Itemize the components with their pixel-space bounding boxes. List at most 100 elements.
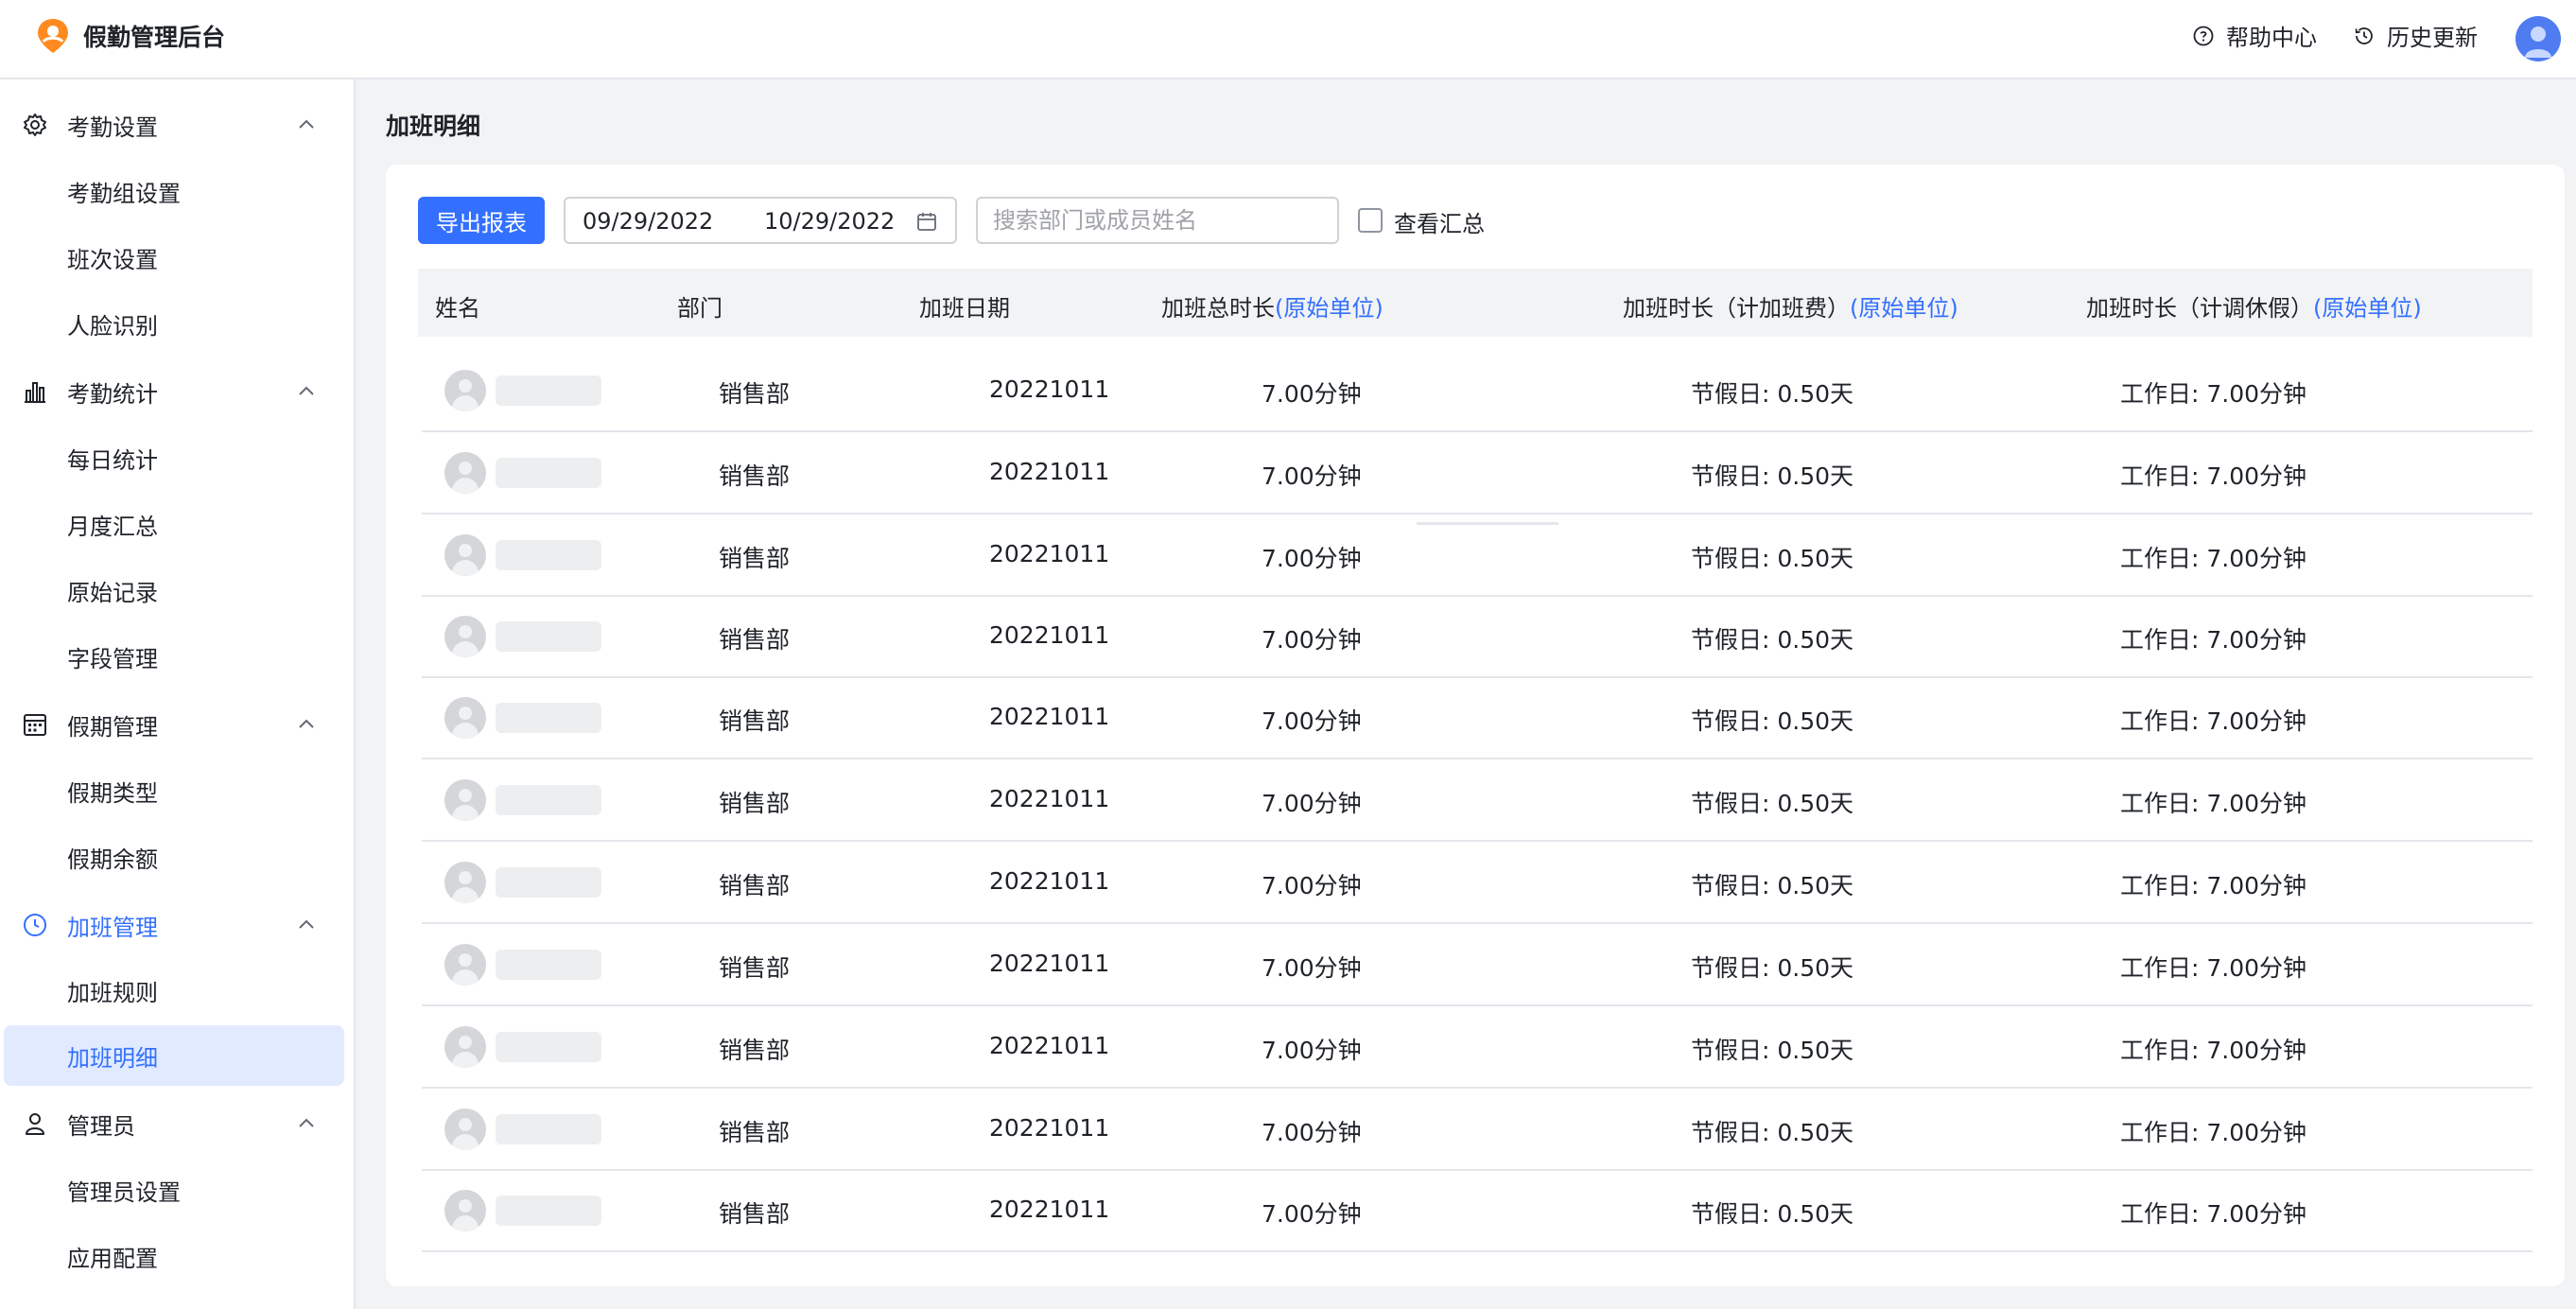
cell-pay: 节假日: 0.50天 (1691, 872, 1854, 899)
cell-dept: 销售部 (719, 380, 791, 408)
sidebar-item-shift-settings[interactable]: 班次设置 (0, 227, 354, 288)
table-row[interactable]: 销售部 20221011 7.00分钟 节假日: 0.50天 工作日: 7.00分钟 (422, 677, 2532, 759)
cell-date: 20221011 (989, 950, 1110, 977)
cell-dept: 销售部 (719, 707, 791, 735)
history-updates-label: 历史更新 (2387, 25, 2478, 51)
sidebar-item-admin-settings[interactable]: 管理员设置 (0, 1160, 354, 1220)
column-header-dept: 部门 (677, 295, 722, 322)
cell-pay: 节假日: 0.50天 (1691, 1119, 1854, 1146)
cell-date: 20221011 (989, 1114, 1110, 1142)
view-summary-label[interactable]: 查看汇总 (1394, 205, 1485, 238)
member-avatar (444, 779, 486, 821)
horizontal-scroll-indicator[interactable] (1417, 522, 1558, 525)
sidebar-item-face-recognition[interactable]: 人脸识别 (0, 293, 354, 354)
cell-total: 7.00分钟 (1262, 1200, 1362, 1228)
table-row[interactable]: 销售部 20221011 7.00分钟 节假日: 0.50天 工作日: 7.00分钟 (422, 842, 2532, 924)
column-header-pay-unit-link[interactable]: (原始单位) (1850, 295, 1958, 322)
calendar-grid-icon (24, 714, 46, 736)
date-range-picker[interactable]: 09/29/2022 10/29/2022 (564, 197, 957, 244)
sidebar-item-raw-records[interactable]: 原始记录 (0, 560, 354, 620)
cell-leave: 工作日: 7.00分钟 (2120, 545, 2307, 572)
sidebar-group-overtime-management[interactable]: 加班管理 (0, 899, 354, 951)
member-avatar (444, 1190, 486, 1231)
cell-leave: 工作日: 7.00分钟 (2120, 872, 2307, 899)
member-avatar (444, 370, 486, 411)
table-row[interactable]: 销售部 20221011 7.00分钟 节假日: 0.50天 工作日: 7.00分钟 (422, 1089, 2532, 1171)
member-avatar (444, 616, 486, 657)
sidebar-item-daily-stats[interactable]: 每日统计 (0, 428, 354, 488)
sidebar-item-monthly-summary[interactable]: 月度汇总 (0, 494, 354, 554)
table-row[interactable]: 销售部 20221011 7.00分钟 节假日: 0.50天 工作日: 7.00分钟 (422, 924, 2532, 1006)
column-header-pay: 加班时长（计加班费）(原始单位) (1623, 289, 1958, 323)
sidebar-item-label: 加班规则 (67, 979, 158, 1006)
cell-leave: 工作日: 7.00分钟 (2120, 626, 2307, 654)
sidebar-group-attendance-settings[interactable]: 考勤设置 (0, 98, 354, 151)
cell-pay: 节假日: 0.50天 (1691, 954, 1854, 982)
sidebar-item-label: 应用配置 (67, 1245, 158, 1272)
cell-leave: 工作日: 7.00分钟 (2120, 790, 2307, 817)
table-row[interactable]: 销售部 20221011 7.00分钟 节假日: 0.50天 工作日: 7.00分钟 (422, 1006, 2532, 1089)
cell-pay: 节假日: 0.50天 (1691, 1037, 1854, 1064)
column-header-total-unit-link[interactable]: (原始单位) (1275, 295, 1384, 322)
chevron-up-icon (299, 1118, 314, 1127)
table-row[interactable]: 销售部 20221011 7.00分钟 节假日: 0.50天 工作日: 7.00分钟 (422, 1170, 2532, 1252)
sidebar-item-label: 每日统计 (67, 446, 158, 474)
table-row[interactable]: 销售部 20221011 7.00分钟 节假日: 0.50天 工作日: 7.00分钟 (422, 515, 2532, 597)
cell-leave: 工作日: 7.00分钟 (2120, 463, 2307, 490)
view-summary-checkbox[interactable] (1358, 208, 1383, 233)
search-input[interactable] (976, 197, 1339, 244)
sidebar-item-label: 人脸识别 (67, 312, 158, 340)
brand[interactable]: 假勤管理后台 (34, 17, 225, 55)
sidebar-group-admin[interactable]: 管理员 (0, 1097, 354, 1150)
cell-total: 7.00分钟 (1262, 1119, 1362, 1146)
sidebar-item-attendance-group[interactable]: 考勤组设置 (0, 161, 354, 221)
sidebar-group-leave-management[interactable]: 假期管理 (0, 698, 354, 751)
user-avatar[interactable] (2515, 16, 2561, 61)
cell-date: 20221011 (989, 1196, 1110, 1223)
cell-leave: 工作日: 7.00分钟 (2120, 1037, 2307, 1064)
sidebar-item-field-management[interactable]: 字段管理 (0, 626, 354, 687)
sidebar-item-label: 管理员设置 (67, 1178, 181, 1206)
sidebar-item-leave-balance[interactable]: 假期余额 (0, 827, 354, 887)
sidebar-group-label: 假期管理 (67, 713, 158, 741)
sidebar-item-overtime-rules[interactable]: 加班规则 (0, 960, 354, 1021)
member-avatar (444, 862, 486, 903)
sidebar-group-attendance-stats[interactable]: 考勤统计 (0, 365, 354, 418)
help-center-link[interactable]: 帮助中心 (2192, 19, 2317, 52)
member-name-placeholder (496, 867, 601, 898)
sidebar-group-label: 考勤设置 (67, 113, 158, 141)
help-center-label: 帮助中心 (2226, 25, 2317, 51)
sidebar-item-label: 假期余额 (67, 846, 158, 873)
cell-total: 7.00分钟 (1262, 707, 1362, 735)
sidebar-item-app-config[interactable]: 应用配置 (0, 1226, 354, 1286)
export-report-button[interactable]: 导出报表 (418, 197, 545, 244)
table-row[interactable]: 销售部 20221011 7.00分钟 节假日: 0.50天 工作日: 7.00分钟 (422, 350, 2532, 432)
history-updates-link[interactable]: 历史更新 (2353, 19, 2478, 52)
column-header-name: 姓名 (435, 295, 480, 322)
member-name-placeholder (496, 375, 601, 406)
page-title: 加班明细 (386, 113, 481, 140)
column-header-leave-unit-link[interactable]: (原始单位) (2313, 295, 2422, 322)
sidebar-item-label: 原始记录 (67, 579, 158, 606)
cell-pay: 节假日: 0.50天 (1691, 707, 1854, 735)
history-clock-icon (2355, 26, 2373, 44)
member-avatar (444, 1026, 486, 1068)
gear-icon (24, 113, 46, 136)
cell-pay: 节假日: 0.50天 (1691, 545, 1854, 572)
sidebar-group-label: 加班管理 (67, 914, 158, 941)
cell-total: 7.00分钟 (1262, 545, 1362, 572)
table-row[interactable]: 销售部 20221011 7.00分钟 节假日: 0.50天 工作日: 7.00分钟 (422, 596, 2532, 678)
chevron-up-icon (299, 119, 314, 129)
sidebar-item-overtime-details[interactable]: 加班明细 (4, 1025, 344, 1086)
calendar-icon (917, 213, 936, 231)
cell-pay: 节假日: 0.50天 (1691, 790, 1854, 817)
question-circle-icon (2193, 26, 2214, 45)
user-avatar-icon (2525, 26, 2551, 58)
table-row[interactable]: 销售部 20221011 7.00分钟 节假日: 0.50天 工作日: 7.00分钟 (422, 432, 2532, 515)
table-row[interactable]: 销售部 20221011 7.00分钟 节假日: 0.50天 工作日: 7.00分钟 (422, 759, 2532, 842)
chevron-up-icon (299, 719, 314, 728)
sidebar-item-leave-types[interactable]: 假期类型 (0, 760, 354, 821)
cell-leave: 工作日: 7.00分钟 (2120, 1200, 2307, 1228)
cell-leave: 工作日: 7.00分钟 (2120, 380, 2307, 408)
member-name-placeholder (496, 950, 601, 980)
